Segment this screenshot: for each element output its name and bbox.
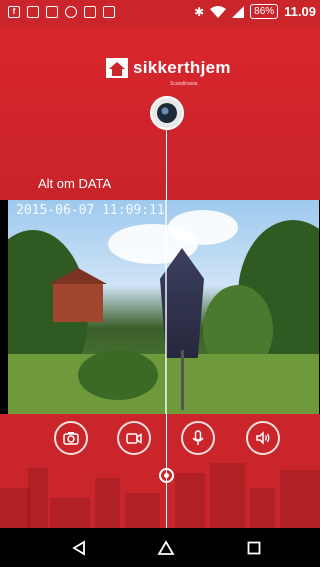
screen-share-icon — [46, 6, 58, 18]
camera-lens-icon — [157, 103, 177, 123]
status-bar: f ✱ 86% 11.09 — [0, 0, 320, 28]
house-icon — [106, 58, 128, 78]
system-status: ✱ 86% 11.09 — [194, 4, 316, 19]
video-center-line — [165, 200, 167, 414]
camera-select-button[interactable] — [150, 96, 184, 130]
microphone-button[interactable] — [181, 421, 215, 455]
live-video-feed[interactable]: 2015-06-07 11:09:11 — [8, 200, 319, 414]
logo-text: sikkerthjem — [133, 58, 231, 77]
qr-icon — [65, 6, 77, 18]
back-icon — [72, 539, 85, 556]
city-skyline-decoration — [0, 458, 320, 528]
microphone-icon — [192, 430, 204, 445]
camera-site-label: Alt om DATA — [38, 176, 112, 191]
app-header: sikkerthjem Scandinavia Alt om DATA — [0, 28, 320, 200]
home-button[interactable] — [141, 528, 191, 567]
gallery-icon — [27, 6, 39, 18]
video-record-icon — [126, 433, 142, 444]
umbrella-pole — [181, 350, 184, 410]
back-button[interactable] — [54, 528, 104, 567]
document-icon — [84, 6, 96, 18]
divider-line — [166, 130, 167, 200]
signal-icon — [232, 5, 245, 18]
notification-icons: f — [8, 6, 115, 18]
battery-indicator: 86% — [250, 4, 279, 19]
recents-icon — [247, 541, 261, 554]
lawn — [8, 354, 319, 414]
recents-button[interactable] — [229, 528, 279, 567]
wifi-icon — [210, 5, 227, 18]
facebook-icon: f — [8, 6, 20, 18]
pan-control-handle[interactable] — [159, 468, 174, 483]
logo-subtitle: Scandinavia — [170, 81, 198, 87]
system-nav-bar — [0, 528, 320, 567]
snapshot-button[interactable] — [54, 421, 88, 455]
brand-logo: sikkerthjem — [106, 58, 231, 78]
control-panel — [0, 414, 320, 528]
house — [49, 268, 107, 322]
camera-icon — [63, 432, 79, 445]
bush — [78, 350, 158, 400]
speaker-icon — [256, 431, 270, 445]
bluetooth-icon: ✱ — [194, 4, 205, 19]
clock: 11.09 — [284, 4, 316, 19]
cloud — [168, 210, 238, 245]
speaker-button[interactable] — [246, 421, 280, 455]
video-timestamp: 2015-06-07 11:09:11 — [16, 203, 165, 218]
home-icon — [157, 539, 175, 555]
app-update-icon — [103, 6, 115, 18]
record-button[interactable] — [117, 421, 151, 455]
